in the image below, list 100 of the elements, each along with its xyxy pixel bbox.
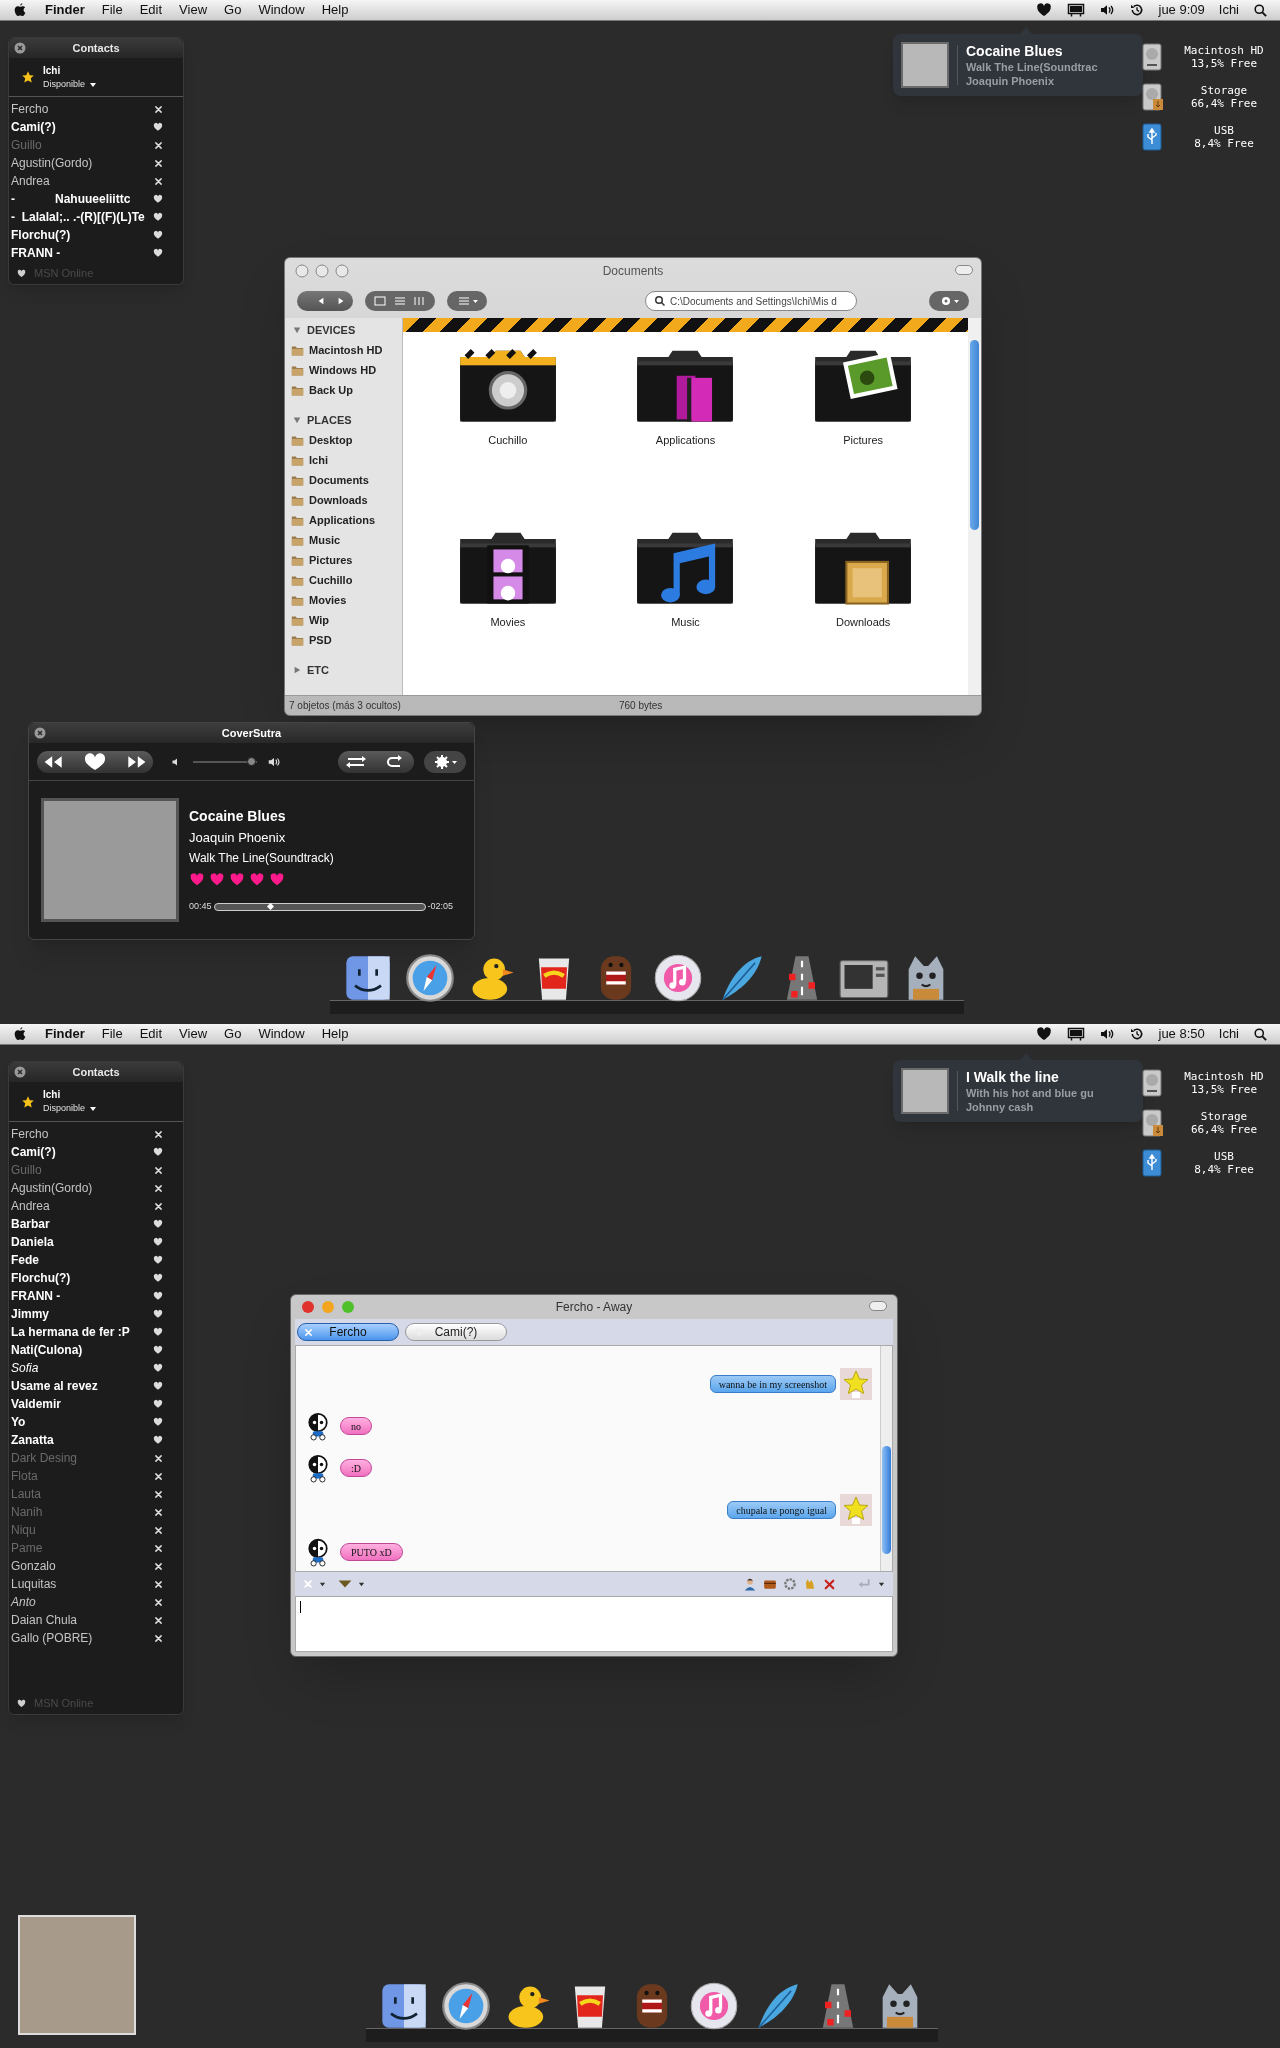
sidebar-item[interactable]: Music: [309, 531, 341, 549]
contact-name[interactable]: Fercho: [11, 1126, 49, 1142]
file-label[interactable]: Music: [671, 613, 700, 630]
status-label[interactable]: Disponible: [43, 77, 86, 92]
contact-name[interactable]: - Nahuueeliittc: [11, 191, 131, 208]
gear-icon[interactable]: [424, 750, 466, 773]
menu-item[interactable]: Window: [258, 0, 305, 20]
contact-name[interactable]: Jimmy: [11, 1306, 50, 1322]
usb-drive-icon[interactable]: [1140, 1148, 1164, 1178]
scrollbar[interactable]: [880, 1346, 892, 1571]
clock-history-icon[interactable]: [1128, 1026, 1145, 1042]
sidebar-item[interactable]: Pictures: [309, 551, 353, 569]
sidebar-item[interactable]: Back Up: [309, 381, 354, 399]
contact-name[interactable]: Andrea: [11, 173, 50, 190]
menu-user[interactable]: Ichi: [1218, 0, 1239, 20]
contact-name[interactable]: Florchu(?): [11, 1270, 71, 1286]
caret-icon[interactable]: [89, 80, 98, 89]
usb-drive-icon[interactable]: [1140, 122, 1164, 152]
menu-clock[interactable]: jue 9:09: [1158, 0, 1205, 20]
contact-name[interactable]: Zanatta: [11, 1432, 54, 1448]
music-disc-icon[interactable]: [688, 1980, 740, 2032]
menu-item[interactable]: Go: [224, 0, 242, 20]
contact-name[interactable]: Cami(?): [11, 1144, 56, 1160]
contact-name[interactable]: Daian Chula: [11, 1612, 78, 1628]
sidebar-item[interactable]: Macintosh HD: [309, 341, 383, 359]
menu-item[interactable]: Window: [258, 1024, 305, 1044]
caret-icon[interactable]: [319, 1580, 326, 1588]
contact-name[interactable]: Cami(?): [11, 119, 56, 136]
menu-item[interactable]: Go: [224, 1024, 242, 1044]
caret-icon[interactable]: [878, 1580, 885, 1588]
menu-item[interactable]: View: [179, 1024, 208, 1044]
slider-thumb[interactable]: [246, 756, 256, 766]
file-label[interactable]: Downloads: [835, 613, 891, 630]
menu-item[interactable]: Help: [321, 0, 349, 20]
close-icon[interactable]: [34, 727, 46, 739]
menu-item[interactable]: Help: [321, 1024, 349, 1044]
x-icon[interactable]: [823, 1577, 836, 1591]
scrollbar-thumb[interactable]: [882, 1446, 891, 1554]
sidebar-item[interactable]: Desktop: [309, 431, 353, 449]
close-icon[interactable]: [14, 42, 26, 54]
heart-icon[interactable]: [1034, 1026, 1053, 1042]
contact-name[interactable]: Yo: [11, 1414, 26, 1430]
menu-item[interactable]: View: [179, 0, 208, 20]
scrollbar-thumb[interactable]: [970, 340, 979, 530]
apple-icon[interactable]: [12, 1026, 28, 1042]
window-controls-icon[interactable]: [301, 1300, 355, 1314]
person-icon[interactable]: [743, 1577, 757, 1591]
progress-knob[interactable]: [267, 902, 275, 910]
file-label[interactable]: Cuchillo: [488, 432, 528, 449]
menu-item[interactable]: Edit: [139, 1024, 163, 1044]
hard-drive-icon[interactable]: [1140, 42, 1164, 72]
menu-item[interactable]: Finder: [45, 0, 85, 20]
contact-name[interactable]: Fede: [11, 1252, 39, 1268]
sidebar-item[interactable]: Documents: [309, 471, 369, 489]
toolbar-toggle-button[interactable]: [955, 265, 973, 275]
contact-name[interactable]: - Lalalal;.. .-(R)[(F)(L)Te: [11, 209, 145, 226]
compass-icon[interactable]: [440, 1980, 492, 2032]
contact-name[interactable]: Gallo (POBRE): [11, 1630, 93, 1646]
sidebar-item[interactable]: Applications: [309, 511, 375, 529]
status-label[interactable]: Disponible: [43, 1102, 86, 1116]
volume-slider[interactable]: [193, 760, 257, 763]
sidebar-item[interactable]: Ichi: [309, 451, 328, 469]
menu-item[interactable]: Edit: [139, 0, 163, 20]
apple-icon[interactable]: [12, 2, 28, 18]
collapse-triangle-icon[interactable]: [293, 326, 301, 334]
contact-name[interactable]: Anto: [11, 1594, 36, 1610]
contact-name[interactable]: Fercho: [11, 101, 49, 118]
close-icon[interactable]: [14, 1066, 26, 1078]
hard-drive-box-icon[interactable]: [1140, 1108, 1164, 1138]
sidebar-item[interactable]: Windows HD: [309, 361, 377, 379]
menu-item[interactable]: File: [101, 1024, 123, 1044]
menu-clock[interactable]: jue 8:50: [1158, 1024, 1205, 1044]
contact-name[interactable]: Valdemir: [11, 1396, 62, 1412]
action-menu-icon[interactable]: [447, 291, 487, 311]
contact-name[interactable]: Barbar: [11, 1216, 50, 1232]
chat-tab[interactable]: Cami(?): [405, 1323, 507, 1341]
search-icon[interactable]: [1253, 2, 1268, 18]
menu-user[interactable]: Ichi: [1218, 1024, 1239, 1044]
chat-tab[interactable]: Fercho: [297, 1323, 399, 1341]
file-label[interactable]: Pictures: [843, 432, 884, 449]
display-icon[interactable]: [1066, 2, 1085, 18]
search-icon[interactable]: [1253, 1026, 1268, 1042]
contact-name[interactable]: Daniela: [11, 1234, 54, 1250]
contact-name[interactable]: La hermana de fer :P: [11, 1324, 130, 1340]
caret-icon[interactable]: [358, 1580, 365, 1588]
back-icon[interactable]: [317, 297, 325, 305]
contact-name[interactable]: Nati(Culona): [11, 1342, 83, 1358]
sidebar-item[interactable]: PSD: [309, 631, 332, 649]
close-icon[interactable]: [304, 1328, 313, 1337]
progress-bar[interactable]: [213, 902, 426, 911]
toolbar-toggle-button[interactable]: [869, 1301, 887, 1311]
hard-drive-box-icon[interactable]: [1140, 82, 1164, 112]
hard-drive-icon[interactable]: [1140, 1068, 1164, 1098]
view-switcher-icon[interactable]: [365, 291, 435, 311]
sidebar-item[interactable]: Wip: [309, 611, 330, 629]
contact-name[interactable]: Usame al revez: [11, 1378, 98, 1394]
music-disc-icon[interactable]: [652, 952, 704, 1004]
heart-icon[interactable]: [1034, 2, 1053, 18]
message-input[interactable]: [295, 1596, 893, 1652]
scrollbar[interactable]: [968, 318, 981, 695]
